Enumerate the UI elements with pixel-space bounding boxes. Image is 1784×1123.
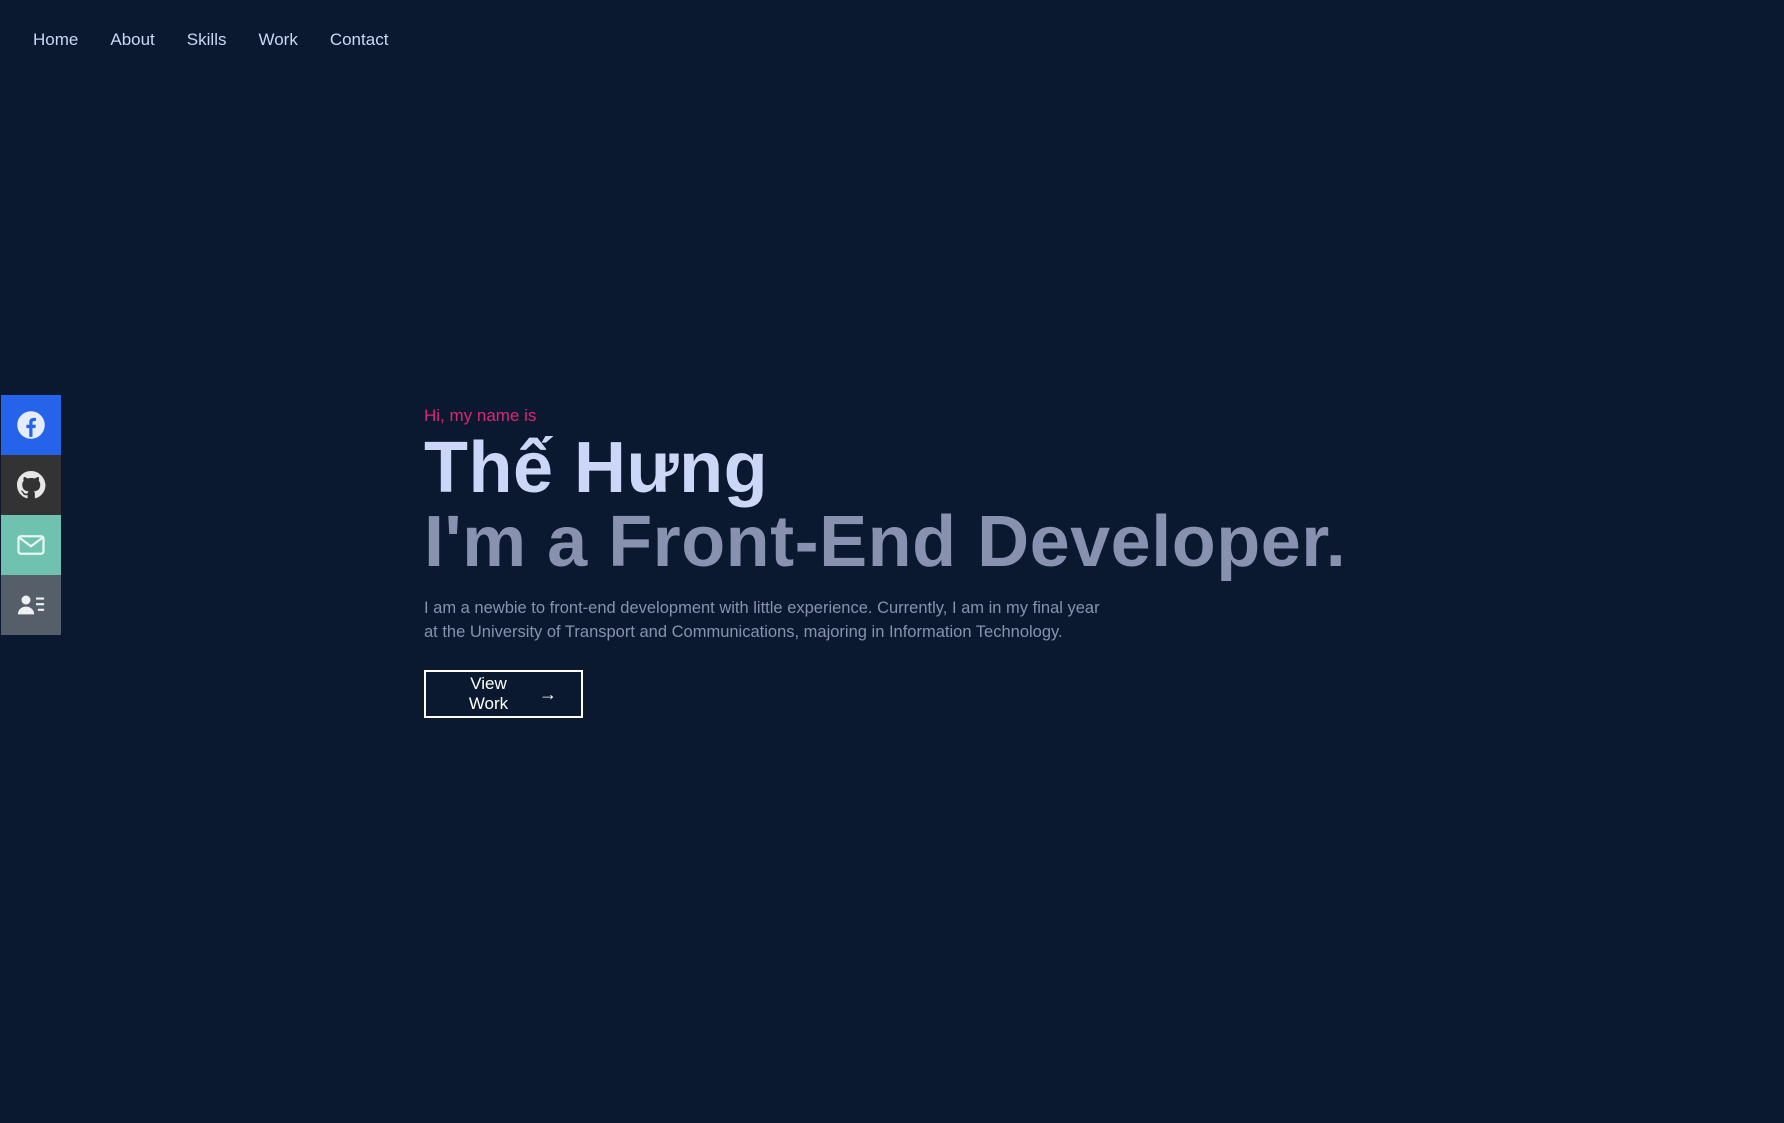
github-link[interactable]	[1, 455, 61, 515]
nav-about[interactable]: About	[110, 30, 154, 50]
hero-role: I'm a Front-End Developer.	[424, 502, 1347, 582]
nav-work[interactable]: Work	[258, 30, 297, 50]
resume-link[interactable]	[1, 575, 61, 635]
top-nav: Home About Skills Work Contact	[0, 0, 420, 80]
nav-skills[interactable]: Skills	[187, 30, 227, 50]
mail-link[interactable]	[1, 515, 61, 575]
arrow-right-icon: →	[539, 684, 557, 704]
intro-line-2: at the University of Transport and Commu…	[424, 623, 1063, 641]
intro-line-1: I am a newbie to front-end development w…	[424, 599, 1100, 617]
mail-icon	[17, 535, 45, 555]
view-work-label: View Work	[468, 674, 509, 713]
hero-intro: I am a newbie to front-end development w…	[424, 596, 1124, 644]
view-work-button[interactable]: View Work →	[424, 670, 583, 718]
hero-section: Hi, my name is Thế Hưng I'm a Front-End …	[424, 406, 1424, 718]
contact-card-icon	[17, 595, 45, 615]
social-sidebar	[1, 395, 61, 635]
facebook-link[interactable]	[1, 395, 61, 455]
page: Home About Skills Work Contact Hi, my na…	[0, 0, 1784, 1123]
github-icon	[17, 471, 46, 499]
nav-home[interactable]: Home	[33, 30, 78, 50]
greeting-text: Hi, my name is	[424, 406, 537, 425]
nav-contact[interactable]: Contact	[330, 30, 389, 50]
hero-name: Thế Hưng	[424, 428, 769, 508]
facebook-icon	[17, 411, 45, 439]
